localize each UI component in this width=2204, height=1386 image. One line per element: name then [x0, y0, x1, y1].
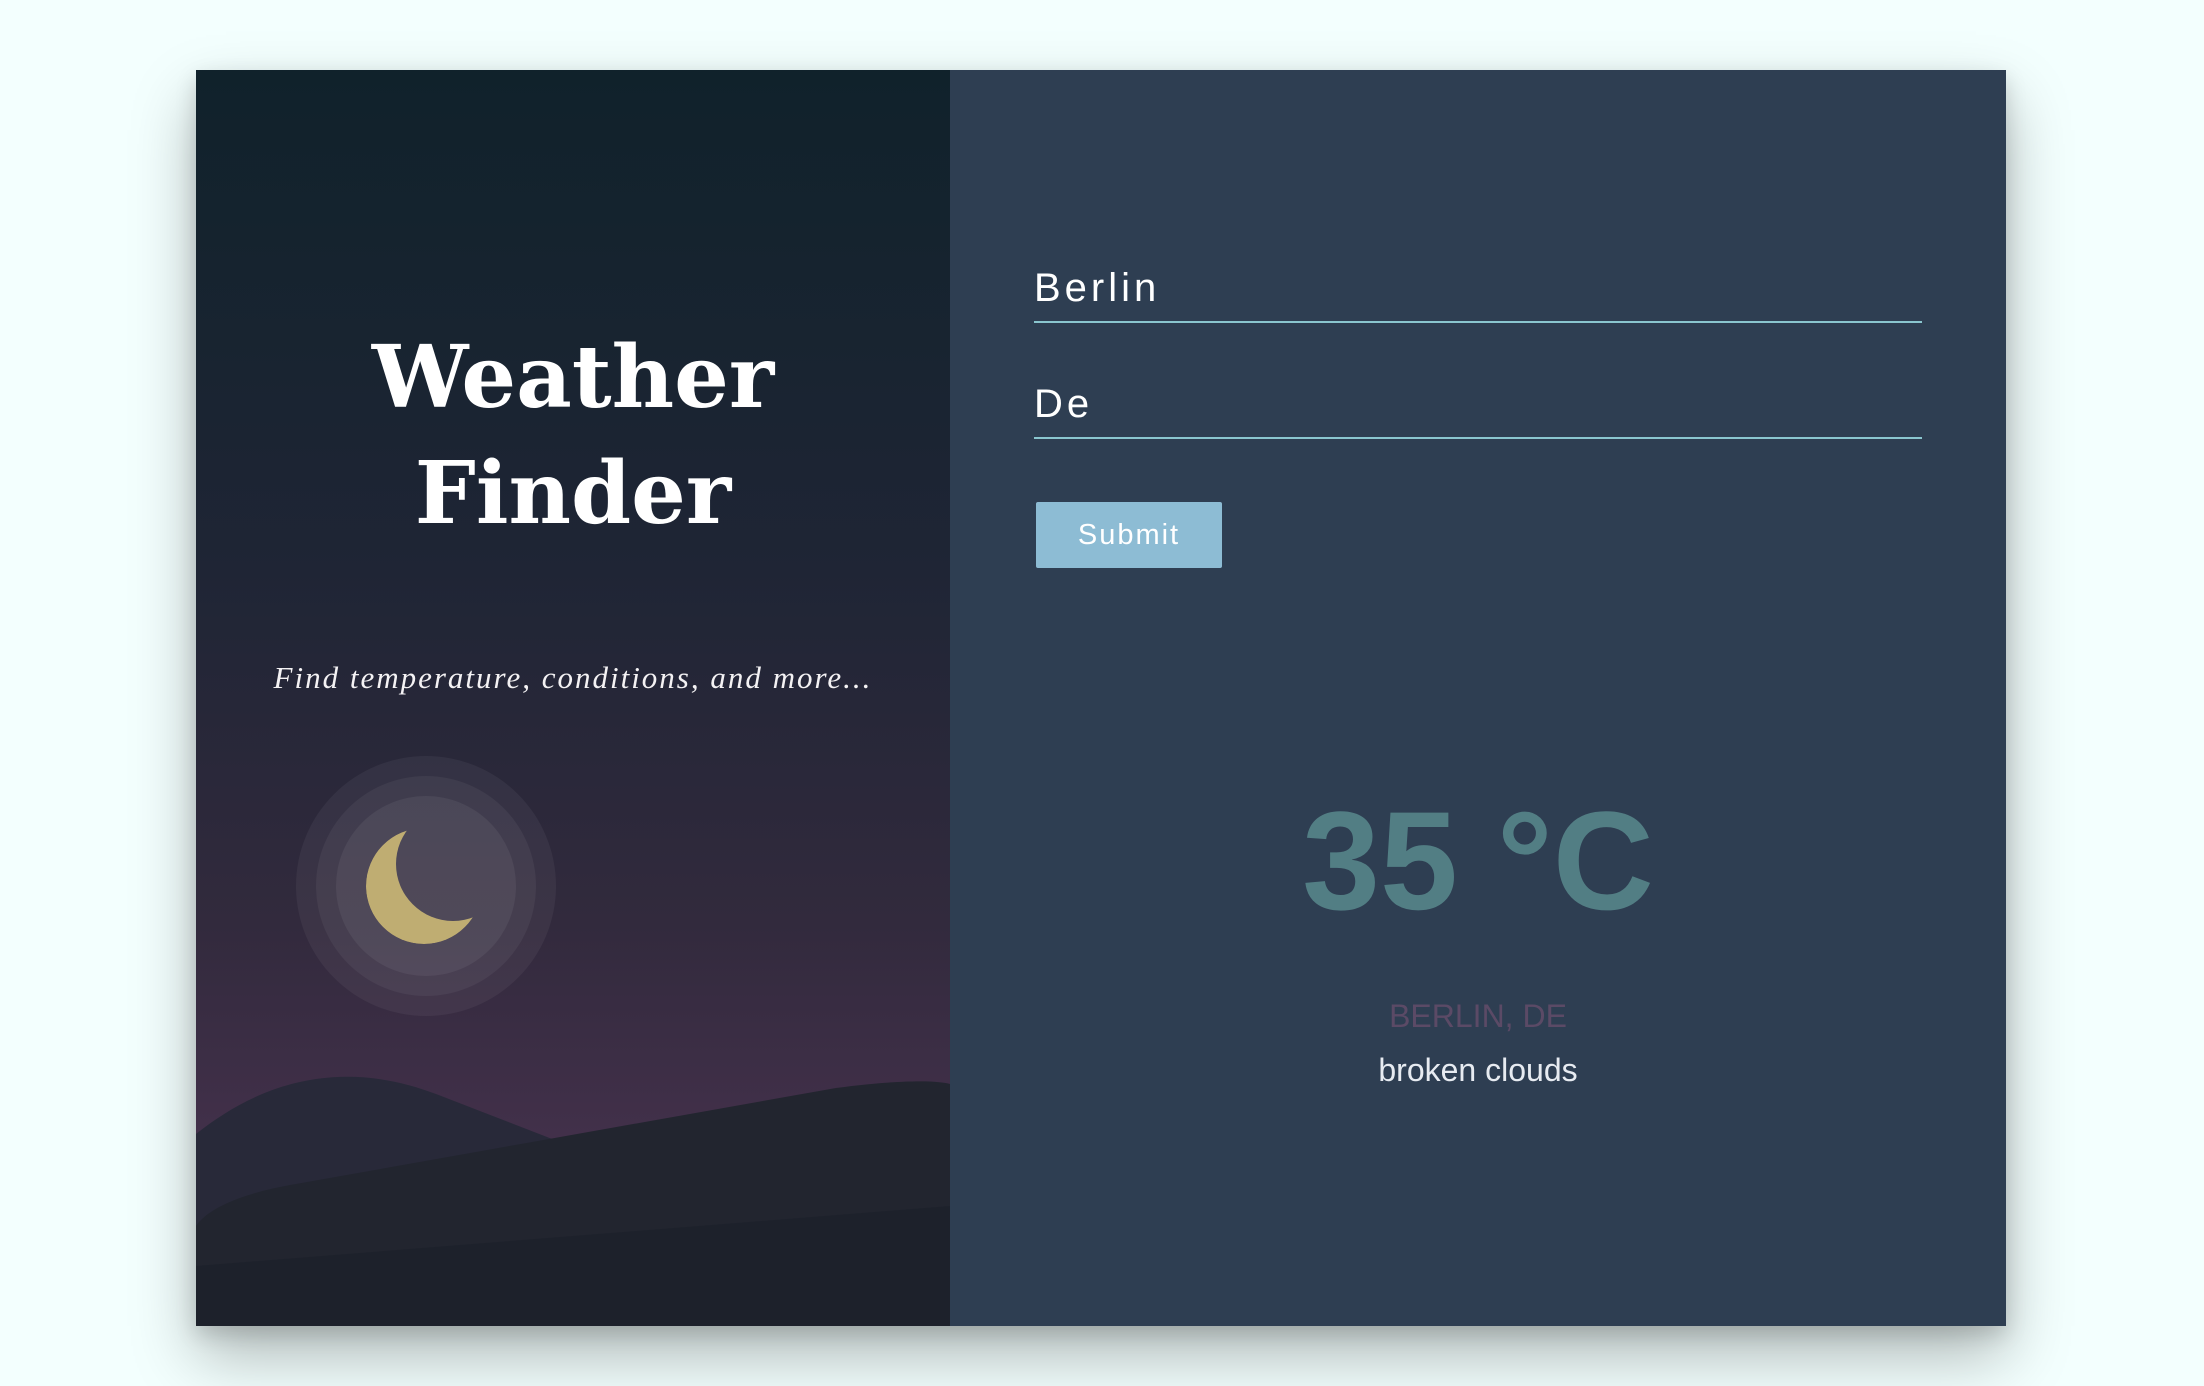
app-subtitle: Find temperature, conditions, and more..…: [273, 660, 873, 695]
location-label: BERLIN, DE: [1389, 998, 1567, 1034]
temperature-readout: 35 °C: [1302, 782, 1654, 939]
branding-panel: Weather Finder Find temperature, conditi…: [196, 70, 950, 1326]
city-input[interactable]: [1034, 266, 1922, 323]
hills-illustration: [196, 1076, 950, 1326]
app-title: Weather Finder: [196, 320, 950, 552]
moon-illustration: [296, 756, 556, 1016]
crescent-moon-icon: [296, 756, 556, 1016]
app-title-line2: Finder: [414, 443, 732, 544]
search-panel: Submit 35 °C BERLIN, DE broken clouds: [950, 70, 2006, 1326]
weather-card: Weather Finder Find temperature, conditi…: [196, 70, 2006, 1326]
submit-button[interactable]: Submit: [1036, 502, 1222, 568]
country-input[interactable]: [1034, 382, 1922, 439]
app-title-line1: Weather: [371, 327, 775, 428]
conditions-label: broken clouds: [1378, 1052, 1578, 1088]
